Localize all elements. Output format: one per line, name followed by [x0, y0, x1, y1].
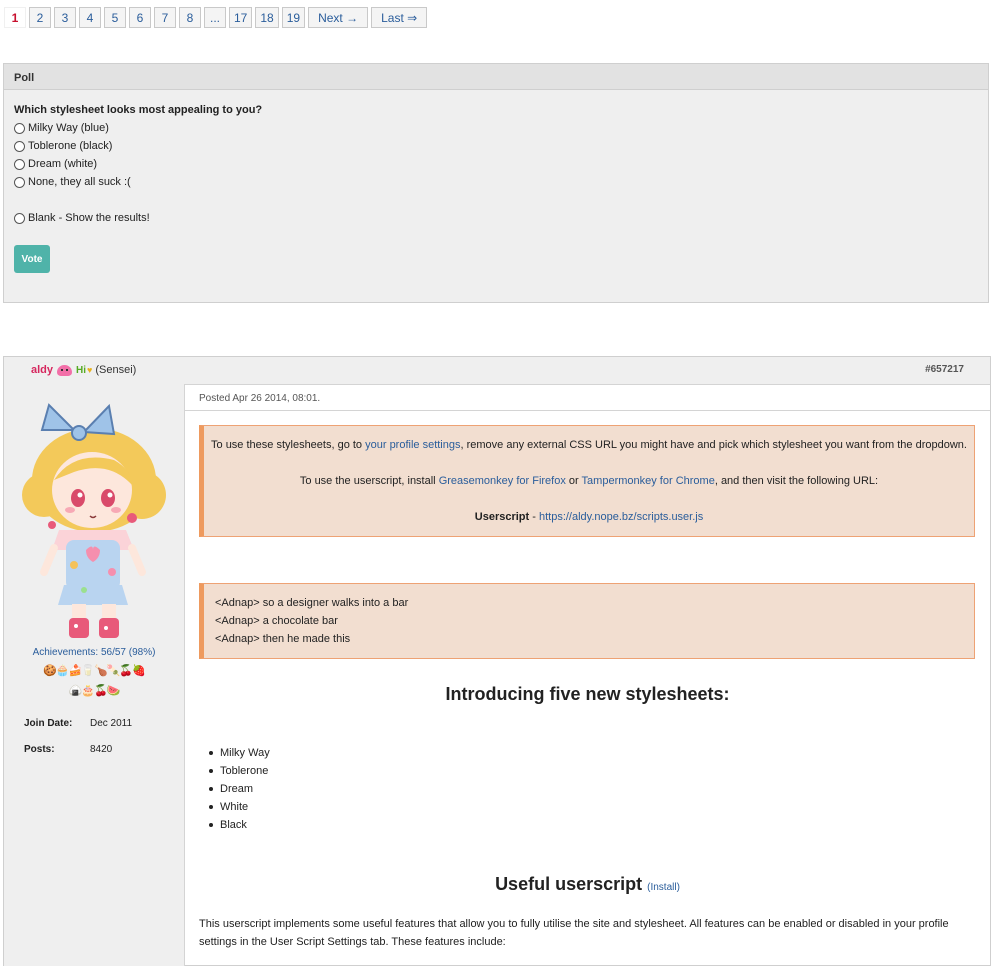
- install-link[interactable]: (Install): [647, 882, 680, 893]
- heart-icon: ♥: [87, 365, 93, 375]
- slime-icon: [57, 364, 73, 376]
- author-sidebar: Achievements: 56/57 (98%) 🍪🧁🍰🥛🍗🍡🍒🍓 🍙🎂🍒🍉 …: [4, 384, 185, 966]
- notice-text: To use these stylesheets, go to: [211, 439, 366, 451]
- poll-option-label: Dream (white): [28, 158, 98, 170]
- page-3[interactable]: 3: [54, 7, 76, 28]
- join-date-label: Join Date:: [24, 718, 73, 729]
- forum-post: aldy Hi ♥ (Sensei) #657217 Achievements:…: [3, 356, 991, 966]
- achievement-badges-row-1: 🍪🧁🍰🥛🍗🍡🍒🍓: [43, 665, 146, 677]
- post-content: Posted Apr 26 2014, 08:01. To use these …: [185, 384, 990, 948]
- page-6[interactable]: 6: [129, 7, 151, 28]
- notice-text: , remove any external CSS URL you might …: [460, 439, 967, 451]
- page-4[interactable]: 4: [79, 7, 101, 28]
- radio-button[interactable]: [14, 158, 25, 170]
- author-rank: (Sensei): [95, 364, 137, 376]
- page-17[interactable]: 17: [229, 7, 253, 28]
- page-8[interactable]: 8: [179, 7, 201, 28]
- poll-option-blank[interactable]: Blank - Show the results!: [14, 212, 150, 224]
- notice-text: , and then visit the following URL:: [714, 475, 879, 487]
- last-page-link[interactable]: Last ⇒: [371, 7, 428, 28]
- list-item: Black: [209, 816, 270, 834]
- page-19[interactable]: 19: [281, 7, 306, 28]
- author-username[interactable]: aldy: [31, 364, 53, 376]
- list-item: White: [209, 798, 270, 816]
- achievements-link[interactable]: Achievements: 56/57 (98%): [4, 647, 184, 658]
- heading-userscript: Useful userscript (Install): [185, 874, 990, 895]
- achievement-badges-row-2: 🍙🎂🍒🍉: [68, 685, 121, 697]
- poll-option-label: None, they all suck :(: [28, 176, 131, 188]
- notice-line-3: Userscript - https://aldy.nope.bz/script…: [204, 511, 974, 523]
- join-date-value: Dec 2011: [90, 718, 133, 729]
- userscript-url-link[interactable]: https://aldy.nope.bz/scripts.user.js: [539, 511, 703, 523]
- list-item: Dream: [209, 780, 270, 798]
- post-permalink[interactable]: #657217: [925, 364, 964, 375]
- page-5[interactable]: 5: [104, 7, 126, 28]
- radio-button[interactable]: [14, 176, 25, 188]
- notice-text: To use the userscript, install: [299, 475, 439, 487]
- poll-option-label: Blank - Show the results!: [28, 212, 150, 224]
- userscript-label: Userscript: [474, 511, 530, 523]
- notice-text: -: [529, 511, 539, 523]
- radio-button[interactable]: [14, 140, 25, 152]
- stylesheet-list: Milky Way Toblerone Dream White Black: [209, 744, 270, 834]
- posts-count: 8420: [90, 744, 113, 755]
- page-7[interactable]: 7: [154, 7, 176, 28]
- quote-line: <Adnap> so a designer walks into a bar: [215, 597, 409, 609]
- avatar[interactable]: [14, 400, 174, 645]
- posts-label: Posts:: [24, 744, 55, 755]
- notice-line-1: To use these stylesheets, go to your pro…: [204, 439, 974, 451]
- poll-heading: Poll: [4, 64, 988, 90]
- profile-settings-link[interactable]: your profile settings: [365, 439, 460, 451]
- page-18[interactable]: 18: [255, 7, 279, 28]
- poll-question: Which stylesheet looks most appealing to…: [14, 104, 263, 116]
- pagination: 1 2 3 4 5 6 7 8 ... 17 18 19 Next → Last…: [4, 7, 428, 28]
- page-ellipsis[interactable]: ...: [204, 7, 226, 28]
- vote-button[interactable]: Vote: [14, 245, 50, 273]
- heading-intro: Introducing five new stylesheets:: [445, 684, 730, 704]
- notice-line-2: To use the userscript, install Greasemon…: [204, 475, 974, 487]
- poll-option-none[interactable]: None, they all suck :(: [14, 176, 131, 188]
- poll-option-milky-way[interactable]: Milky Way (blue): [14, 122, 109, 134]
- quote-line: <Adnap> then he made this: [215, 633, 351, 645]
- poll-option-toblerone[interactable]: Toblerone (black): [14, 140, 112, 152]
- post-header: aldy Hi ♥ (Sensei) #657217: [4, 357, 990, 385]
- page-2[interactable]: 2: [29, 7, 51, 28]
- page-1: 1: [4, 7, 26, 28]
- posted-date: Posted Apr 26 2014, 08:01.: [185, 384, 990, 411]
- heading-userscript-text: Useful userscript: [495, 874, 643, 894]
- greasemonkey-link[interactable]: Greasemonkey for Firefox: [439, 475, 566, 487]
- poll-option-dream[interactable]: Dream (white): [14, 158, 97, 170]
- next-page-link[interactable]: Next →: [308, 7, 369, 28]
- radio-button[interactable]: [14, 212, 25, 224]
- quote-line: <Adnap> a chocolate bar: [215, 615, 338, 627]
- poll-panel: Poll Which stylesheet looks most appeali…: [3, 63, 989, 303]
- poll-option-label: Toblerone (black): [28, 140, 113, 152]
- instructions-notice: To use these stylesheets, go to your pro…: [199, 425, 975, 537]
- post-author: aldy Hi ♥ (Sensei): [31, 364, 136, 376]
- hi-badge: Hi: [76, 364, 87, 376]
- list-item: Toblerone: [209, 762, 270, 780]
- poll-option-label: Milky Way (blue): [28, 122, 109, 134]
- userscript-description: This userscript implements some useful f…: [199, 918, 949, 948]
- notice-text: or: [565, 475, 582, 487]
- list-item: Milky Way: [209, 744, 270, 762]
- quote-box: <Adnap> so a designer walks into a bar <…: [199, 583, 975, 659]
- tampermonkey-link[interactable]: Tampermonkey for Chrome: [582, 475, 715, 487]
- radio-button[interactable]: [14, 122, 25, 134]
